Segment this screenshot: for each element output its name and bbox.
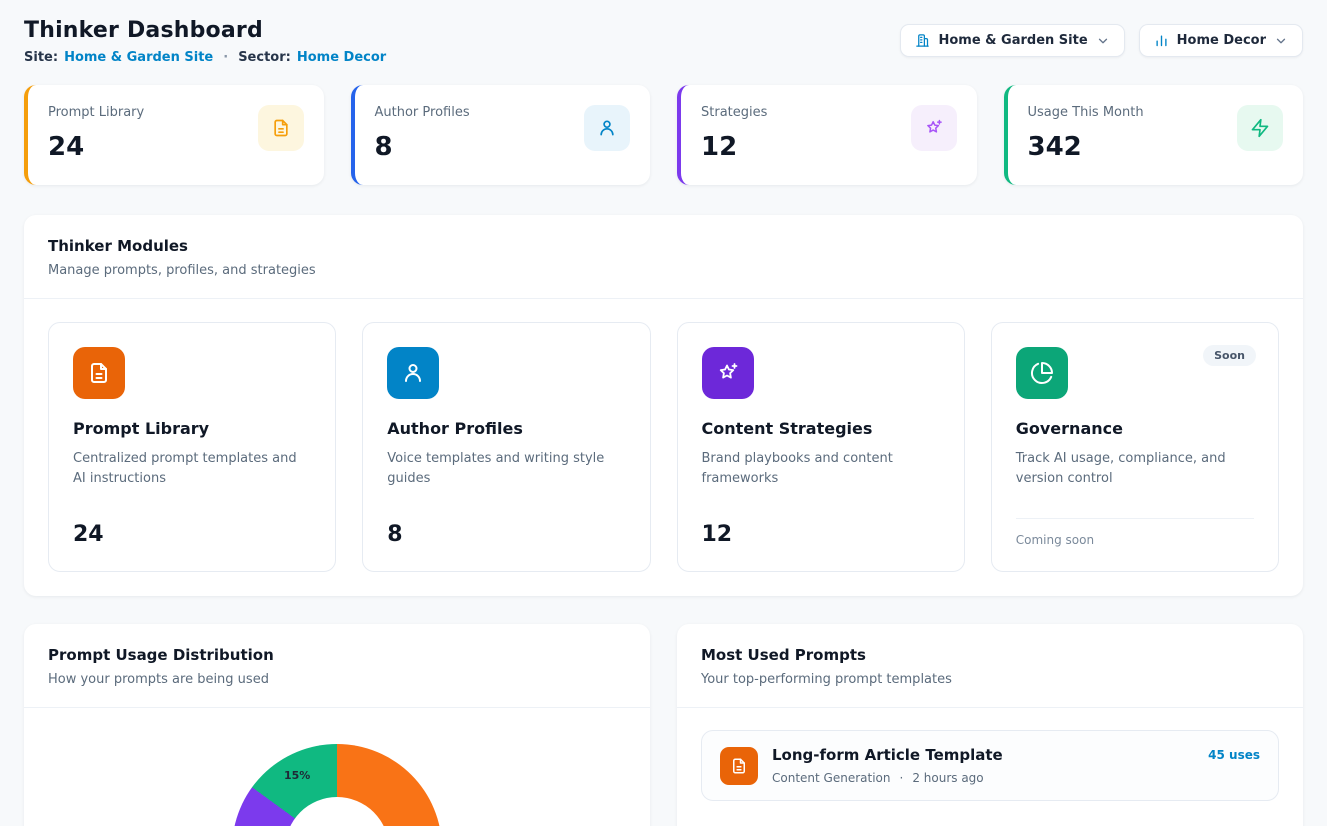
module-title: Content Strategies	[702, 419, 940, 438]
stat-value: 12	[701, 132, 767, 162]
module-card-author-profiles[interactable]: Author Profiles Voice templates and writ…	[362, 322, 650, 572]
stat-label: Strategies	[701, 105, 767, 120]
prompt-item-meta: Content Generation · 2 hours ago	[772, 771, 1194, 785]
stats-row: Prompt Library 24 Author Profiles 8 Stra…	[24, 85, 1303, 185]
modules-header: Thinker Modules Manage prompts, profiles…	[24, 215, 1303, 298]
top-bar: Thinker Dashboard Site: Home & Garden Si…	[24, 18, 1303, 65]
stat-card-prompt-library: Prompt Library 24	[24, 85, 324, 185]
site-selector-label: Home & Garden Site	[938, 33, 1087, 48]
module-count: 24	[73, 522, 311, 547]
divider	[24, 707, 650, 708]
modules-grid: Prompt Library Centralized prompt templa…	[24, 299, 1303, 596]
title-block: Thinker Dashboard Site: Home & Garden Si…	[24, 18, 386, 65]
site-label: Site:	[24, 50, 58, 65]
sector-selector-dropdown[interactable]: Home Decor	[1139, 24, 1303, 57]
module-title: Governance	[1016, 419, 1254, 438]
stat-value: 342	[1028, 132, 1144, 162]
module-count: 8	[387, 522, 625, 547]
stat-label: Prompt Library	[48, 105, 144, 120]
lightning-icon	[1237, 105, 1283, 151]
modules-subtitle: Manage prompts, profiles, and strategies	[48, 263, 1279, 278]
prompt-item-title: Long-form Article Template	[772, 746, 1194, 764]
stat-card-author-profiles: Author Profiles 8	[351, 85, 651, 185]
module-description: Voice templates and writing style guides	[387, 449, 625, 489]
breadcrumb-separator: ·	[223, 50, 228, 65]
thinker-modules-panel: Thinker Modules Manage prompts, profiles…	[24, 215, 1303, 596]
module-card-governance[interactable]: Soon Governance Track AI usage, complian…	[991, 322, 1279, 572]
user-icon	[387, 347, 439, 399]
donut-segment-label: 15%	[284, 769, 310, 782]
dashboard-page: Thinker Dashboard Site: Home & Garden Si…	[0, 0, 1327, 826]
sparkle-star-icon	[911, 105, 957, 151]
header-selectors: Home & Garden Site Home Decor	[900, 24, 1303, 57]
donut-chart-area: 15%	[24, 744, 650, 826]
module-title: Author Profiles	[387, 419, 625, 438]
prompts-title: Most Used Prompts	[701, 646, 1279, 664]
donut-chart[interactable]: 15%	[232, 744, 442, 826]
stat-card-usage: Usage This Month 342	[1004, 85, 1304, 185]
sector-selector-label: Home Decor	[1177, 33, 1266, 48]
stat-value: 8	[375, 132, 470, 162]
divider	[1016, 518, 1254, 519]
chevron-down-icon	[1274, 34, 1288, 48]
user-icon	[584, 105, 630, 151]
module-count: 12	[702, 522, 940, 547]
page-title: Thinker Dashboard	[24, 18, 386, 43]
building-icon	[915, 33, 930, 48]
usage-header: Prompt Usage Distribution How your promp…	[24, 624, 650, 707]
usage-title: Prompt Usage Distribution	[48, 646, 626, 664]
prompts-subtitle: Your top-performing prompt templates	[701, 672, 1279, 687]
sparkle-star-icon	[702, 347, 754, 399]
prompts-header: Most Used Prompts Your top-performing pr…	[677, 624, 1303, 707]
module-title: Prompt Library	[73, 419, 311, 438]
breadcrumb: Site: Home & Garden Site · Sector: Home …	[24, 50, 386, 65]
document-icon	[73, 347, 125, 399]
coming-soon-text: Coming soon	[1016, 533, 1254, 547]
prompt-usage-panel: Prompt Usage Distribution How your promp…	[24, 624, 650, 826]
prompt-item-time: 2 hours ago	[912, 771, 983, 785]
module-card-prompt-library[interactable]: Prompt Library Centralized prompt templa…	[48, 322, 336, 572]
pie-chart-icon	[1016, 347, 1068, 399]
document-icon	[258, 105, 304, 151]
modules-title: Thinker Modules	[48, 237, 1279, 255]
stat-label: Author Profiles	[375, 105, 470, 120]
prompt-item-uses: 45 uses	[1208, 748, 1260, 762]
document-icon	[720, 747, 758, 785]
module-card-content-strategies[interactable]: Content Strategies Brand playbooks and c…	[677, 322, 965, 572]
stat-label: Usage This Month	[1028, 105, 1144, 120]
bar-chart-icon	[1154, 33, 1169, 48]
stat-card-strategies: Strategies 12	[677, 85, 977, 185]
module-description: Brand playbooks and content frameworks	[702, 449, 940, 489]
meta-separator: ·	[899, 771, 903, 785]
sector-link[interactable]: Home Decor	[297, 50, 386, 65]
usage-subtitle: How your prompts are being used	[48, 672, 626, 687]
most-used-prompts-panel: Most Used Prompts Your top-performing pr…	[677, 624, 1303, 826]
list-item[interactable]: Long-form Article Template Content Gener…	[701, 730, 1279, 801]
chevron-down-icon	[1096, 34, 1110, 48]
stat-value: 24	[48, 132, 144, 162]
site-selector-dropdown[interactable]: Home & Garden Site	[900, 24, 1124, 57]
soon-badge: Soon	[1203, 345, 1256, 366]
prompt-list: Long-form Article Template Content Gener…	[677, 708, 1303, 823]
bottom-row: Prompt Usage Distribution How your promp…	[24, 624, 1303, 826]
sector-label: Sector:	[238, 50, 291, 65]
module-description: Centralized prompt templates and AI inst…	[73, 449, 311, 489]
module-description: Track AI usage, compliance, and version …	[1016, 449, 1254, 489]
prompt-item-category: Content Generation	[772, 771, 890, 785]
site-link[interactable]: Home & Garden Site	[64, 50, 213, 65]
